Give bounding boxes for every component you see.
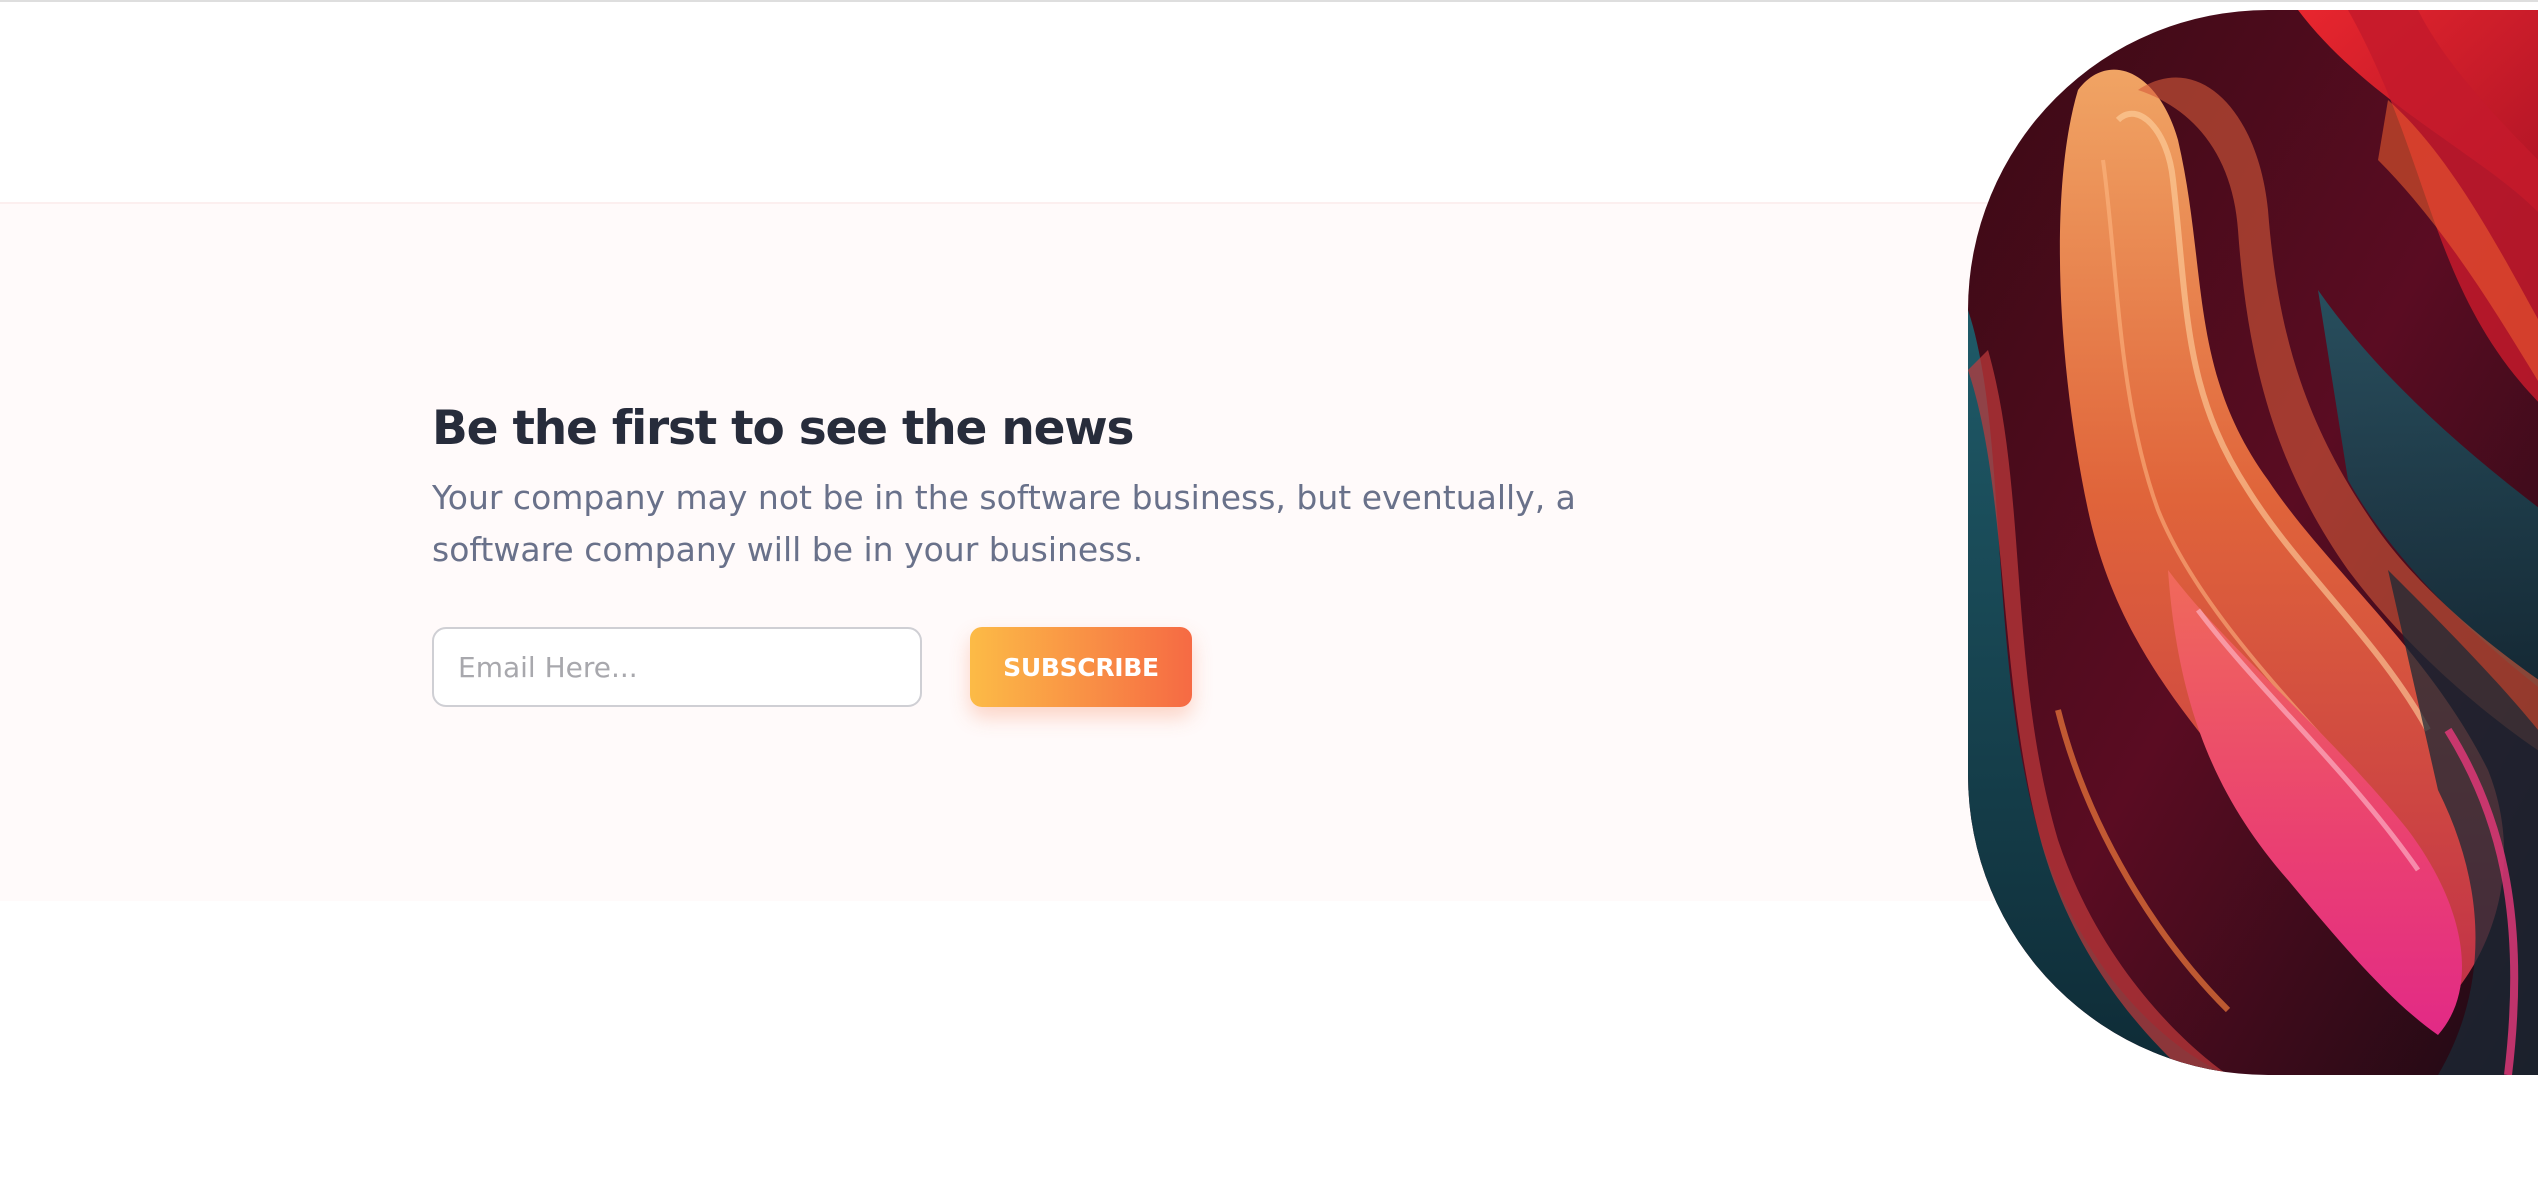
newsletter-section: Be the first to see the news Your compan…: [432, 396, 1682, 576]
email-input[interactable]: [432, 627, 922, 707]
subscribe-form: SUBSCRIBE: [432, 627, 1332, 709]
page: Be the first to see the news Your compan…: [0, 0, 2538, 1188]
top-divider: [0, 0, 2538, 2]
newsletter-subtitle: Your company may not be in the software …: [432, 478, 1576, 569]
abstract-waves-image: [1968, 10, 2538, 1075]
subscribe-button[interactable]: SUBSCRIBE: [970, 627, 1192, 707]
newsletter-headline: Be the first to see the news: [432, 401, 1134, 456]
decorative-artwork: [1968, 10, 2538, 1075]
